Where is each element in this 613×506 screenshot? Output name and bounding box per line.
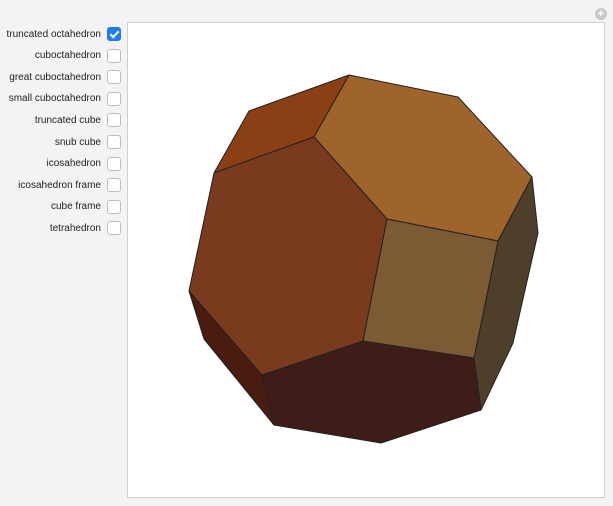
control-icosahedron[interactable]: icosahedron (0, 154, 124, 174)
plus-icon[interactable]: + (595, 8, 607, 20)
checkbox-label: tetrahedron (49, 222, 101, 234)
control-tetrahedron[interactable]: tetrahedron (0, 218, 124, 238)
checkbox-snub-cube[interactable] (107, 135, 121, 149)
checkbox-tetrahedron[interactable] (107, 221, 121, 236)
checkbox-label: snub cube (54, 136, 101, 148)
control-truncated-cube[interactable]: truncated cube (0, 110, 124, 130)
control-truncated-octahedron[interactable]: truncated octahedron (0, 24, 124, 44)
checkbox-label: great cuboctahedron (9, 71, 101, 83)
checkbox-cube-frame[interactable] (107, 199, 121, 214)
control-cube-frame[interactable]: cube frame (0, 197, 124, 217)
checkbox-label: cube frame (50, 201, 101, 213)
demonstration-window: + truncated octahedron cuboctahedron gre… (0, 0, 613, 506)
graphics-display-panel[interactable] (127, 22, 605, 498)
checkbox-icosahedron[interactable] (107, 156, 121, 171)
checkbox-great-cuboctahedron[interactable] (107, 70, 121, 85)
checkbox-truncated-octahedron[interactable] (107, 27, 121, 41)
control-great-cuboctahedron[interactable]: great cuboctahedron (0, 67, 124, 87)
checkbox-truncated-cube[interactable] (107, 113, 121, 128)
checkbox-label: truncated octahedron (6, 28, 101, 40)
checkbox-label: icosahedron frame (18, 179, 101, 191)
checkbox-small-cuboctahedron[interactable] (107, 91, 121, 106)
checkbox-label: icosahedron (46, 158, 101, 170)
checkbox-cuboctahedron[interactable] (107, 48, 121, 63)
face-front-square (362, 218, 499, 359)
checkbox-label: small cuboctahedron (8, 93, 101, 105)
control-snub-cube[interactable]: snub cube (0, 132, 124, 152)
control-small-cuboctahedron[interactable]: small cuboctahedron (0, 89, 124, 109)
control-cuboctahedron[interactable]: cuboctahedron (0, 46, 124, 66)
checkbox-label: cuboctahedron (34, 50, 101, 62)
checkbox-icosahedron-frame[interactable] (107, 178, 121, 193)
control-icosahedron-frame[interactable]: icosahedron frame (0, 175, 124, 195)
truncated-octahedron-graphic[interactable] (128, 23, 604, 497)
checkbox-label: truncated cube (34, 114, 101, 126)
